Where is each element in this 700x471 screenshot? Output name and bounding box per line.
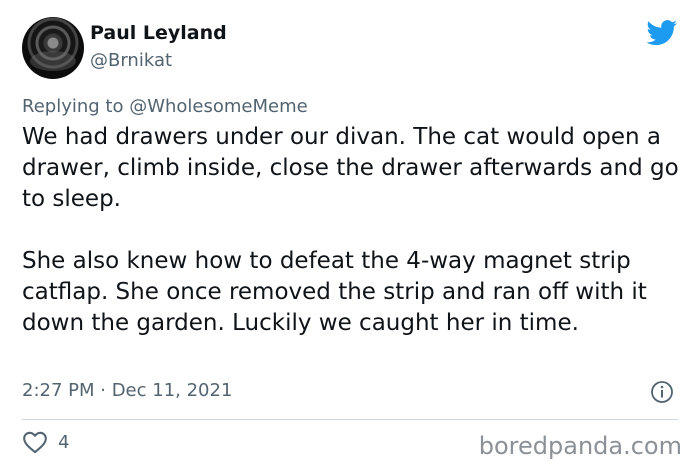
reply-prefix: Replying to: [22, 96, 130, 117]
like-button[interactable]: 4: [22, 430, 69, 454]
heart-icon: [23, 431, 47, 454]
reply-mention-link[interactable]: @WholesomeMeme: [129, 96, 308, 117]
avatar[interactable]: [22, 17, 84, 79]
author-handle[interactable]: @Brnikat: [90, 50, 172, 71]
twitter-bird-icon[interactable]: [646, 20, 678, 46]
divider: [22, 419, 678, 420]
tweet-paragraph: We had drawers under our divan. The cat …: [22, 124, 679, 212]
author-name[interactable]: Paul Leyland: [90, 22, 227, 44]
tweet-text: We had drawers under our divan. The cat …: [22, 122, 682, 339]
tweet-paragraph: She also knew how to defeat the 4-way ma…: [22, 248, 647, 336]
watermark: boredpanda.com: [478, 432, 682, 460]
tweet-timestamp[interactable]: 2:27 PM · Dec 11, 2021: [22, 380, 232, 401]
info-icon[interactable]: [650, 380, 674, 404]
reply-context: Replying to @WholesomeMeme: [22, 96, 308, 117]
tweet-card: Paul Leyland @Brnikat Replying to @Whole…: [0, 0, 700, 471]
like-count: 4: [58, 431, 70, 453]
